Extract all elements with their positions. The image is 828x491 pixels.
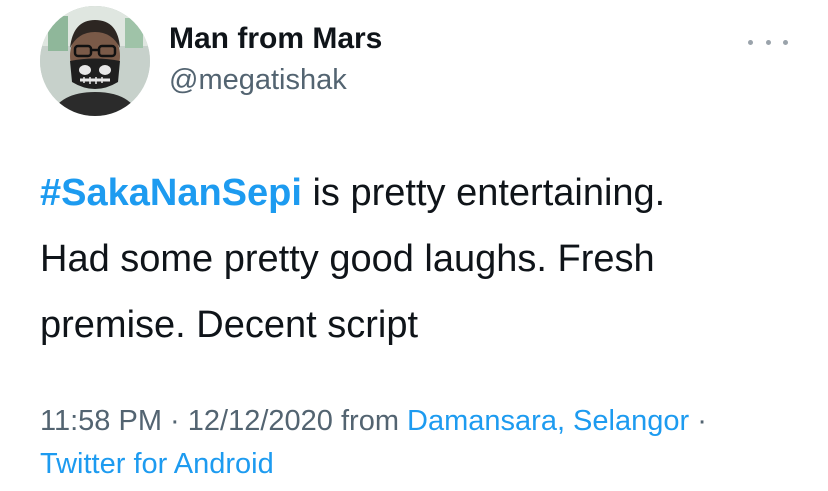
meta-separator: · — [689, 405, 707, 437]
tweet-line-2: Had some pretty good laughs. Fresh — [40, 238, 655, 280]
more-dot — [765, 39, 771, 45]
meta-line-2: Twitter for Android — [40, 443, 810, 486]
avatar-image — [40, 6, 150, 116]
source-link[interactable]: Twitter for Android — [40, 448, 274, 480]
tweet-line-1: #SakaNanSepi is pretty entertaining. — [40, 160, 810, 226]
tweet-card: Man from Mars @megatishak #SakaNanSepi i… — [0, 0, 828, 491]
tweet-text-segment: is pretty entertaining. — [301, 172, 666, 214]
from-label: from — [332, 405, 408, 437]
author-display-name[interactable]: Man from Mars — [169, 22, 382, 56]
author-avatar[interactable] — [40, 6, 150, 116]
meta-line-1: 11:58 PM · 12/12/2020 from Damansara, Se… — [40, 400, 810, 443]
tweet-body: #SakaNanSepi is pretty entertaining. Had… — [40, 160, 810, 358]
location-link[interactable]: Damansara, Selangor — [407, 405, 689, 437]
more-dot — [748, 39, 753, 45]
meta-separator: · — [161, 405, 188, 437]
author-handle[interactable]: @megatishak — [169, 64, 347, 97]
more-dot — [783, 39, 788, 45]
hashtag-link[interactable]: #SakaNanSepi — [40, 172, 302, 214]
tweet-metadata: 11:58 PM · 12/12/2020 from Damansara, Se… — [40, 400, 810, 486]
tweet-line-3: premise. Decent script — [40, 304, 419, 346]
tweet-time[interactable]: 11:58 PM — [40, 405, 162, 437]
more-options-icon[interactable] — [748, 30, 788, 54]
tweet-date[interactable]: 12/12/2020 — [188, 405, 333, 437]
